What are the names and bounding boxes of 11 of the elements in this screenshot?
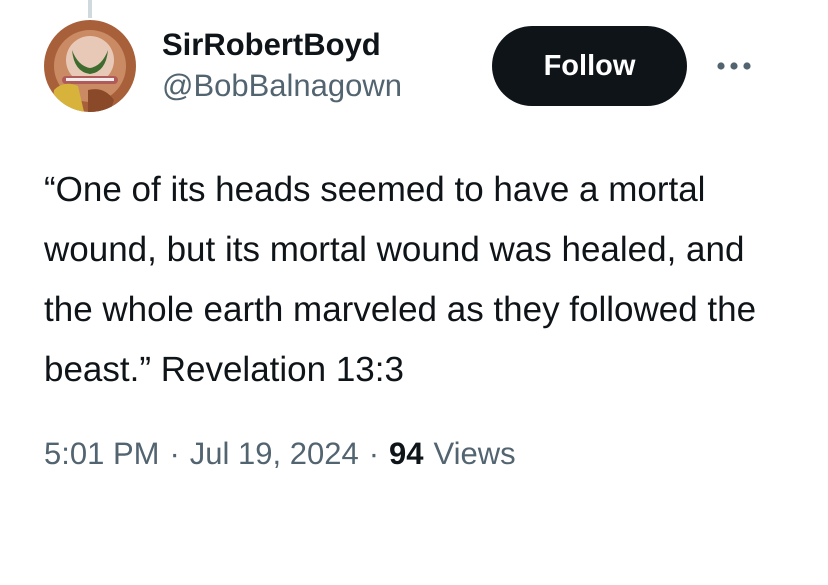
- post-time: 5:01 PM: [44, 436, 160, 472]
- separator-dot: ·: [169, 436, 180, 472]
- tweet-text: “One of its heads seemed to have a mortal wound, but its mortal wound was healed, and the whole earth marveled as they followed the beast.” Revelation 13:3: [44, 169, 758, 391]
- user-name[interactable]: SirRobertBoyd: [162, 25, 492, 65]
- more-icon[interactable]: [717, 62, 751, 70]
- views-label: Views: [434, 436, 516, 472]
- view-count: 94: [389, 436, 424, 472]
- follow-button[interactable]: Follow: [492, 26, 687, 106]
- post-date: Jul 19, 2024: [190, 436, 359, 472]
- user-handle[interactable]: @BobBalnagown: [162, 65, 492, 107]
- separator-dot: ·: [368, 436, 380, 472]
